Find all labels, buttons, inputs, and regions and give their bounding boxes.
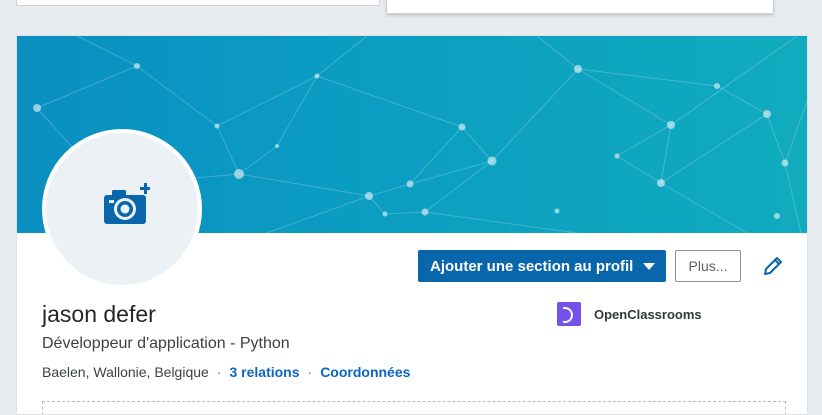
profile-photo-placeholder[interactable]: [42, 129, 202, 289]
pencil-icon[interactable]: [761, 254, 785, 278]
profile-section-placeholder: [42, 401, 786, 414]
openclassrooms-logo-icon: [557, 302, 581, 326]
current-company[interactable]: OpenClassrooms: [557, 302, 702, 326]
profile-location: Baelen, Wallonie, Belgique: [42, 364, 209, 380]
contact-info-link[interactable]: Coordonnées: [320, 364, 410, 380]
profile-name: jason defer: [42, 301, 156, 327]
more-button-label: Plus...: [688, 258, 728, 274]
profile-meta: Baelen, Wallonie, Belgique · 3 relations…: [42, 364, 410, 380]
add-profile-section-button[interactable]: Ajouter une section au profil: [418, 250, 666, 282]
company-name: OpenClassrooms: [594, 306, 702, 322]
add-profile-section-label: Ajouter une section au profil: [430, 257, 634, 275]
relations-link[interactable]: 3 relations: [229, 364, 299, 380]
profile-headline: Développeur d'application - Python: [42, 335, 290, 352]
more-button[interactable]: Plus...: [675, 250, 741, 282]
meta-separator: ·: [307, 364, 313, 380]
meta-separator: ·: [216, 364, 222, 380]
search-bar[interactable]: [16, 0, 380, 6]
profile-card: Ajouter une section au profil Plus... ja…: [16, 35, 808, 415]
dropdown-panel: [386, 0, 774, 14]
add-photo-camera-icon: [104, 183, 150, 224]
caret-down-icon: [643, 263, 655, 270]
